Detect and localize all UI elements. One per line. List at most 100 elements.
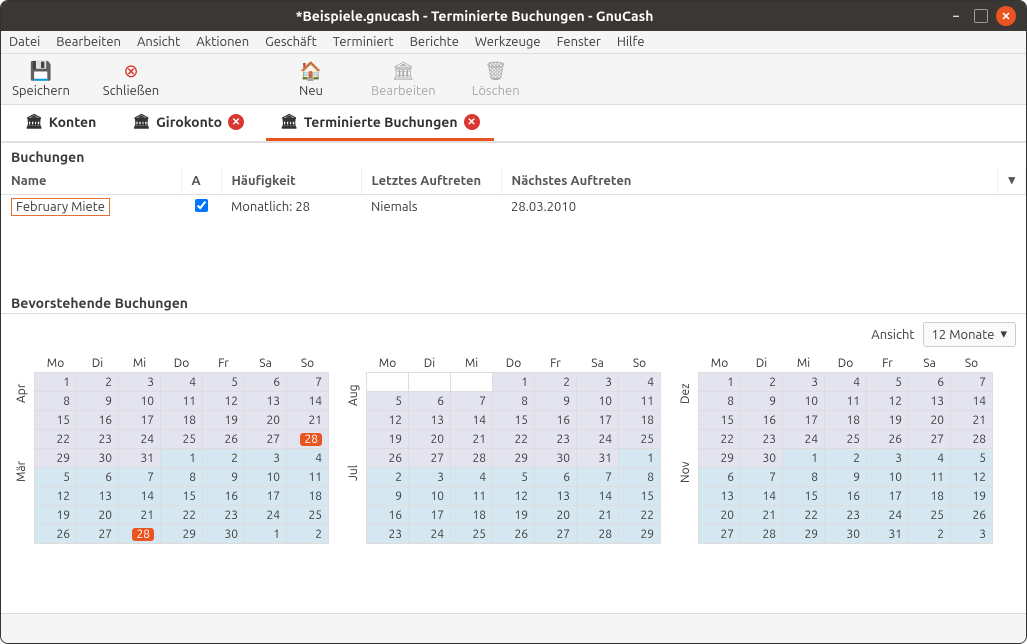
col-last[interactable]: Letztes Auftreten [361,167,501,195]
calendar-day[interactable]: 2 [287,525,329,544]
new-button[interactable]: 🏠 Neu [281,60,341,98]
calendar-day[interactable]: 23 [367,525,409,544]
calendar-day[interactable]: 10 [783,392,825,411]
row-active-checkbox[interactable] [195,199,208,212]
calendar-day[interactable]: 5 [35,468,77,487]
calendar-day[interactable]: 4 [161,373,203,392]
calendar-day[interactable]: 29 [493,449,535,468]
calendar-day[interactable]: 25 [161,430,203,449]
calendar-day[interactable]: 24 [119,430,161,449]
calendar-day[interactable]: 10 [245,468,287,487]
calendar-day[interactable]: 6 [77,468,119,487]
calendar-day[interactable] [409,373,451,392]
calendar-day[interactable]: 27 [409,449,451,468]
save-button[interactable]: 💾 Speichern [11,60,71,98]
calendar-day[interactable]: 6 [699,468,741,487]
col-next[interactable]: Nächstes Auftreten [501,167,998,195]
calendar-day[interactable]: 7 [577,468,619,487]
calendar-day[interactable]: 17 [577,411,619,430]
calendar-day[interactable]: 1 [493,373,535,392]
calendar-day[interactable]: 1 [783,449,825,468]
menu-ansicht[interactable]: Ansicht [137,35,180,49]
calendar-day[interactable]: 3 [867,449,909,468]
calendar-day[interactable]: 17 [867,487,909,506]
calendar-day[interactable]: 8 [35,392,77,411]
calendar-day[interactable]: 2 [825,449,867,468]
calendar-day[interactable]: 11 [909,468,951,487]
calendar-day[interactable]: 8 [783,468,825,487]
calendar-day[interactable]: 25 [825,430,867,449]
calendar-day[interactable]: 20 [409,430,451,449]
calendar-day[interactable]: 17 [783,411,825,430]
calendar-day[interactable]: 14 [577,487,619,506]
calendar-day[interactable]: 18 [619,411,661,430]
calendar-day[interactable]: 13 [909,392,951,411]
calendar-day[interactable]: 9 [825,468,867,487]
calendar-day[interactable]: 3 [951,525,993,544]
tab-scheduled[interactable]: 🏛 Terminierte Buchungen ✕ [266,105,494,141]
calendar-day[interactable]: 19 [367,430,409,449]
calendar-day[interactable]: 15 [699,411,741,430]
calendar-day[interactable]: 21 [451,430,493,449]
calendar-day[interactable]: 24 [867,506,909,525]
calendar-day[interactable]: 14 [287,392,329,411]
calendar-day[interactable]: 8 [493,392,535,411]
calendar-day[interactable]: 6 [409,392,451,411]
calendar-day[interactable]: 5 [367,392,409,411]
close-tab-icon[interactable]: ✕ [464,114,480,130]
calendar-day[interactable]: 13 [77,487,119,506]
calendar-day[interactable]: 13 [245,392,287,411]
calendar-day[interactable]: 21 [119,506,161,525]
calendar-day[interactable]: 14 [741,487,783,506]
calendar-day[interactable]: 22 [619,506,661,525]
calendar-day[interactable]: 31 [119,449,161,468]
calendar-day[interactable]: 4 [909,449,951,468]
calendar-day[interactable]: 9 [741,392,783,411]
calendar-day[interactable]: 12 [35,487,77,506]
calendar-day[interactable]: 28 [287,430,329,449]
calendar-day[interactable]: 29 [783,525,825,544]
calendar-day[interactable]: 6 [909,373,951,392]
window-minimize-button[interactable] [946,6,966,26]
calendar-day[interactable]: 1 [699,373,741,392]
calendar-day[interactable]: 6 [535,468,577,487]
calendar-day[interactable]: 24 [245,506,287,525]
calendar-day[interactable]: 17 [409,506,451,525]
close-button[interactable]: ⊗ Schließen [101,60,161,98]
calendar-day[interactable]: 19 [203,411,245,430]
calendar-day[interactable]: 9 [535,392,577,411]
calendar-day[interactable]: 4 [287,449,329,468]
table-row[interactable]: February Miete Monatlich: 28 Niemals 28.… [1,195,1026,220]
calendar-day[interactable]: 10 [409,487,451,506]
calendar-day[interactable]: 2 [203,449,245,468]
calendar-day[interactable]: 17 [119,411,161,430]
calendar-day[interactable]: 18 [909,487,951,506]
menu-terminiert[interactable]: Terminiert [333,35,394,49]
calendar-day[interactable]: 12 [867,392,909,411]
calendar-day[interactable]: 29 [619,525,661,544]
calendar-day[interactable]: 23 [535,430,577,449]
menu-werkzeuge[interactable]: Werkzeuge [475,35,541,49]
calendar-day[interactable]: 9 [203,468,245,487]
calendar-day[interactable]: 8 [699,392,741,411]
calendar-day[interactable]: 27 [699,525,741,544]
calendar-day[interactable]: 29 [161,525,203,544]
calendar-day[interactable]: 26 [203,430,245,449]
calendar-day[interactable]: 24 [409,525,451,544]
calendar-day[interactable]: 20 [535,506,577,525]
col-a[interactable]: A [181,167,221,195]
calendar-day[interactable]: 3 [577,373,619,392]
calendar-day[interactable]: 30 [77,449,119,468]
calendar-day[interactable]: 20 [699,506,741,525]
calendar-day[interactable]: 17 [245,487,287,506]
calendar-day[interactable]: 26 [951,506,993,525]
col-name[interactable]: Name [1,167,181,195]
calendar-day[interactable]: 4 [619,373,661,392]
calendar-day[interactable]: 3 [119,373,161,392]
calendar-day[interactable]: 8 [161,468,203,487]
calendar-day[interactable]: 25 [619,430,661,449]
calendar-day[interactable]: 15 [493,411,535,430]
calendar-day[interactable]: 22 [699,430,741,449]
calendar-day[interactable]: 14 [119,487,161,506]
calendar-day[interactable]: 3 [783,373,825,392]
